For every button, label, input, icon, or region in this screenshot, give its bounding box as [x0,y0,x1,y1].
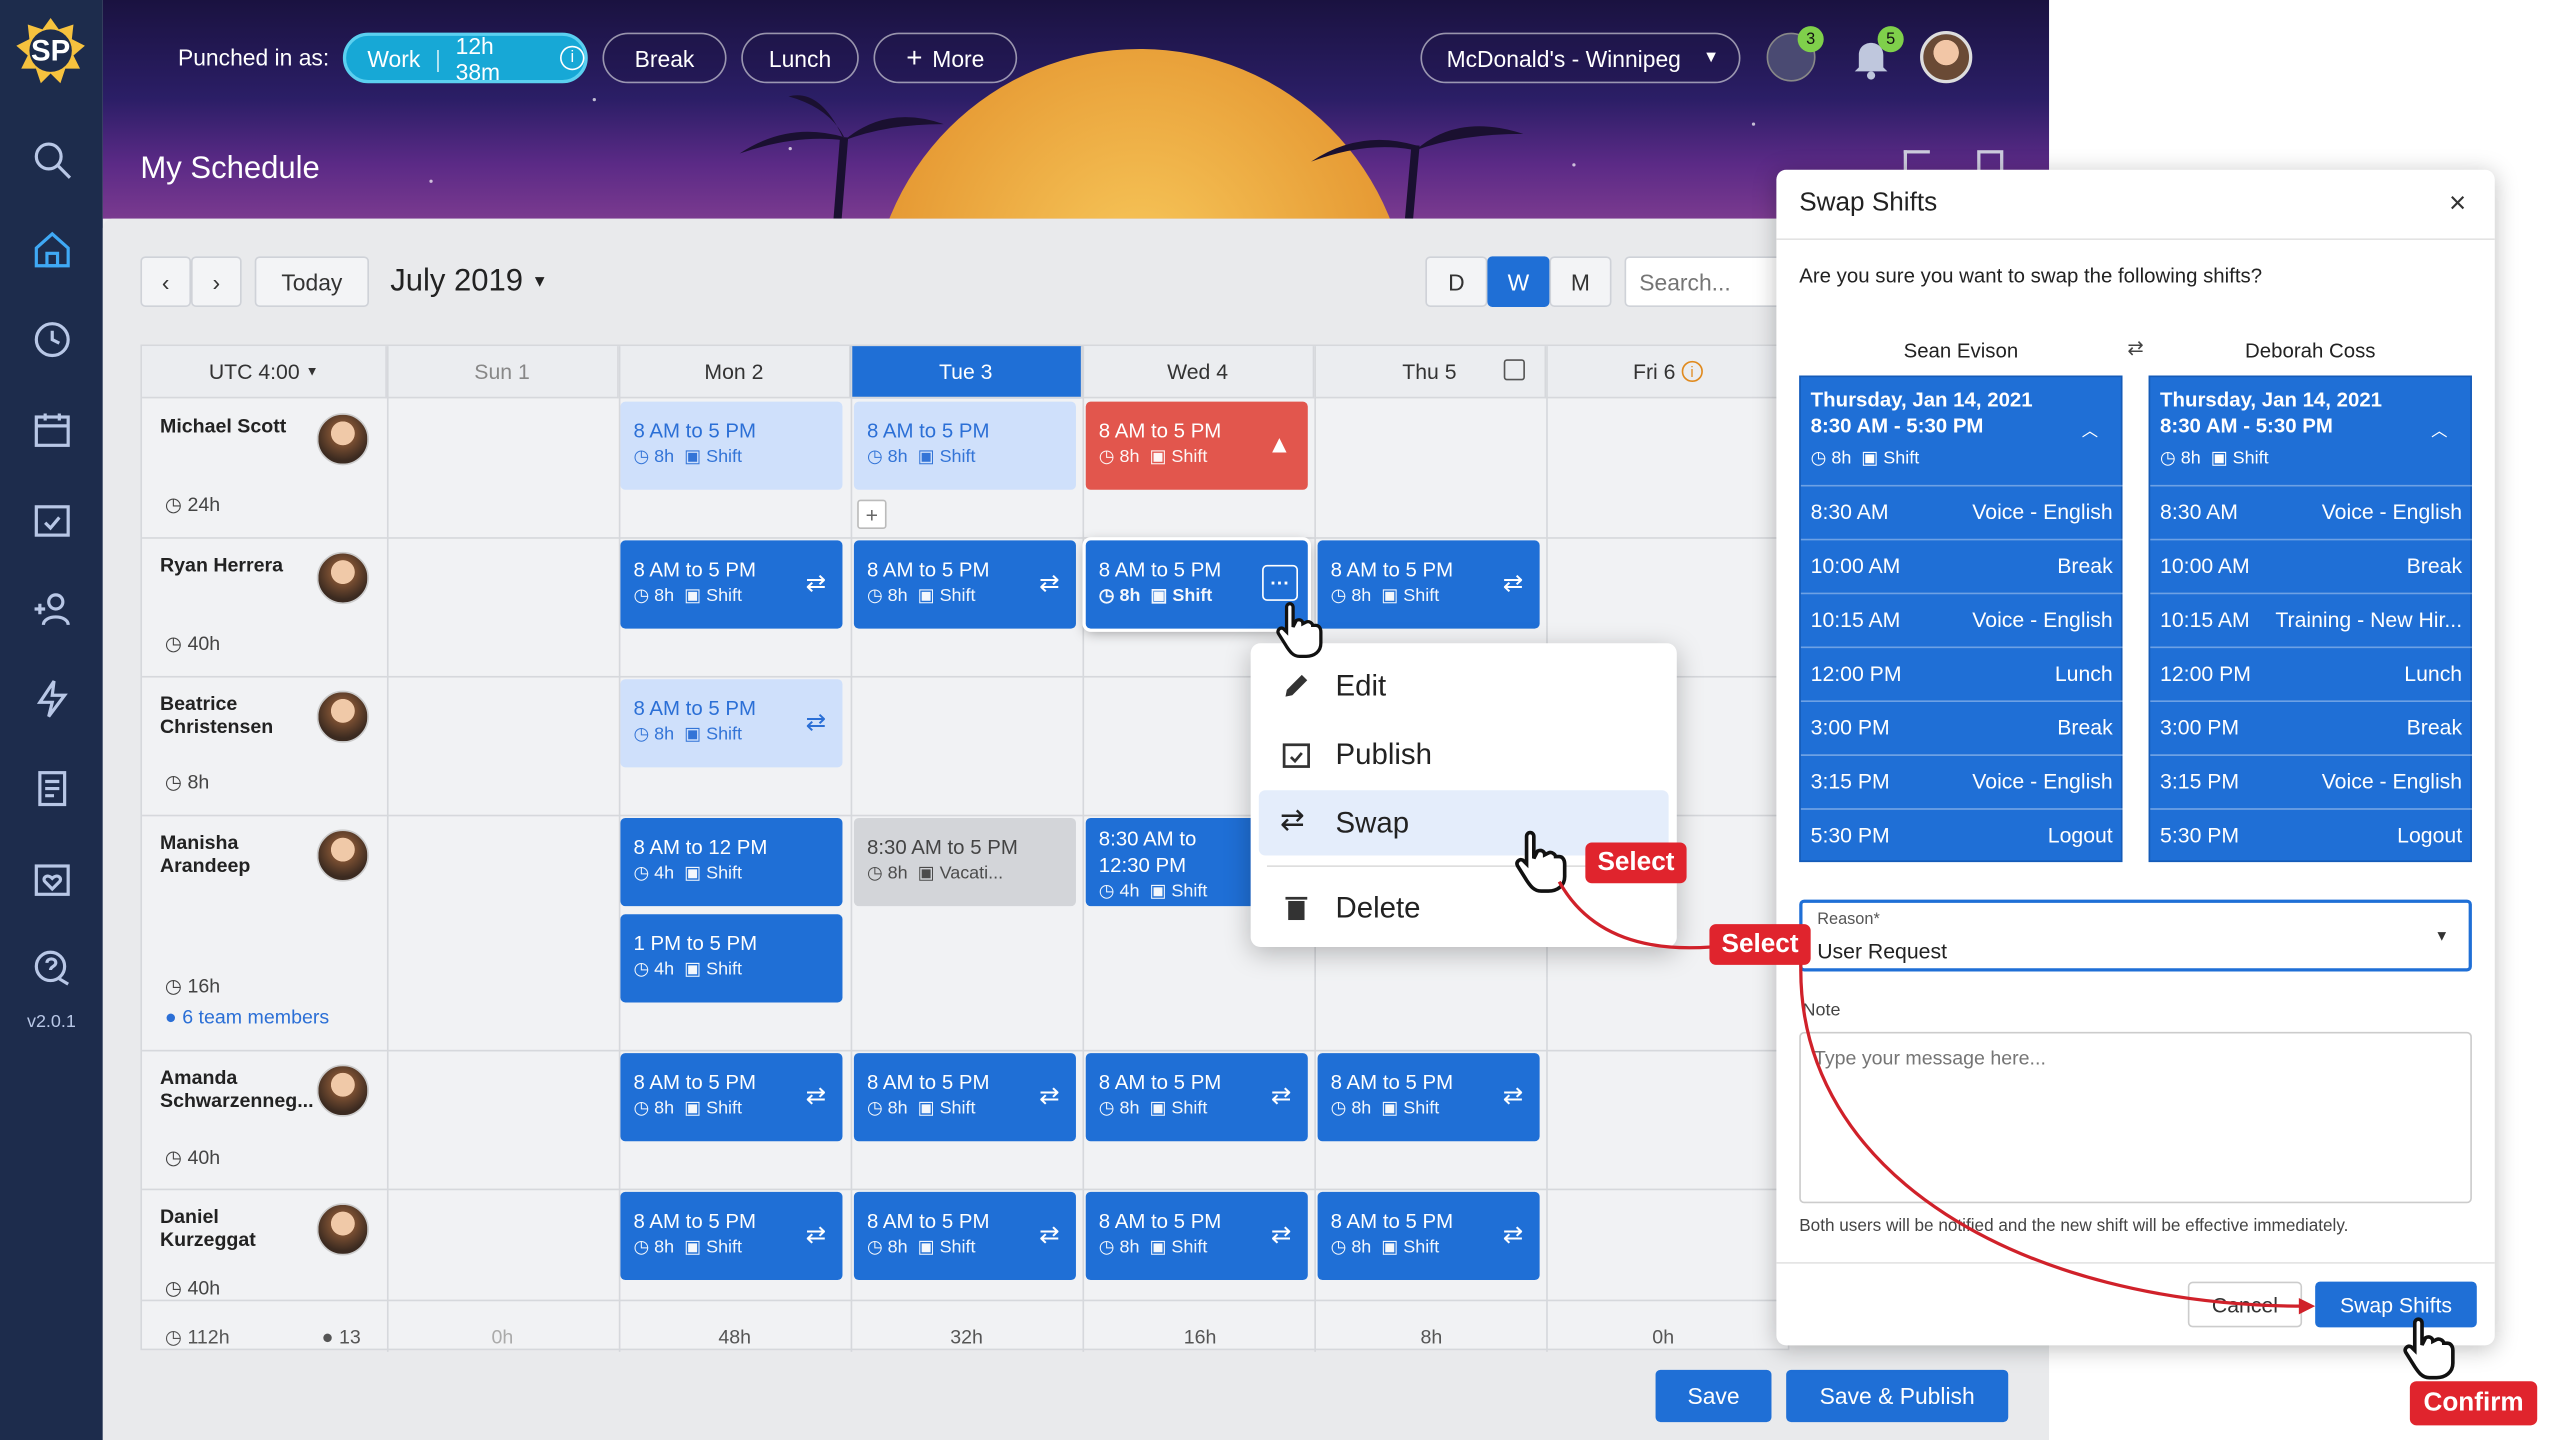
app-root: SP v2.0.1 Punched in as: Work | 12h 38m … [0,0,2560,1440]
annotation-arrows [1557,880,2316,1315]
confirm-callout: Confirm [2409,1381,2538,1426]
select-callout: Select [1585,842,1687,884]
select-callout: Select [1709,924,1811,965]
cursor-hand-icon [2403,1317,2455,1380]
